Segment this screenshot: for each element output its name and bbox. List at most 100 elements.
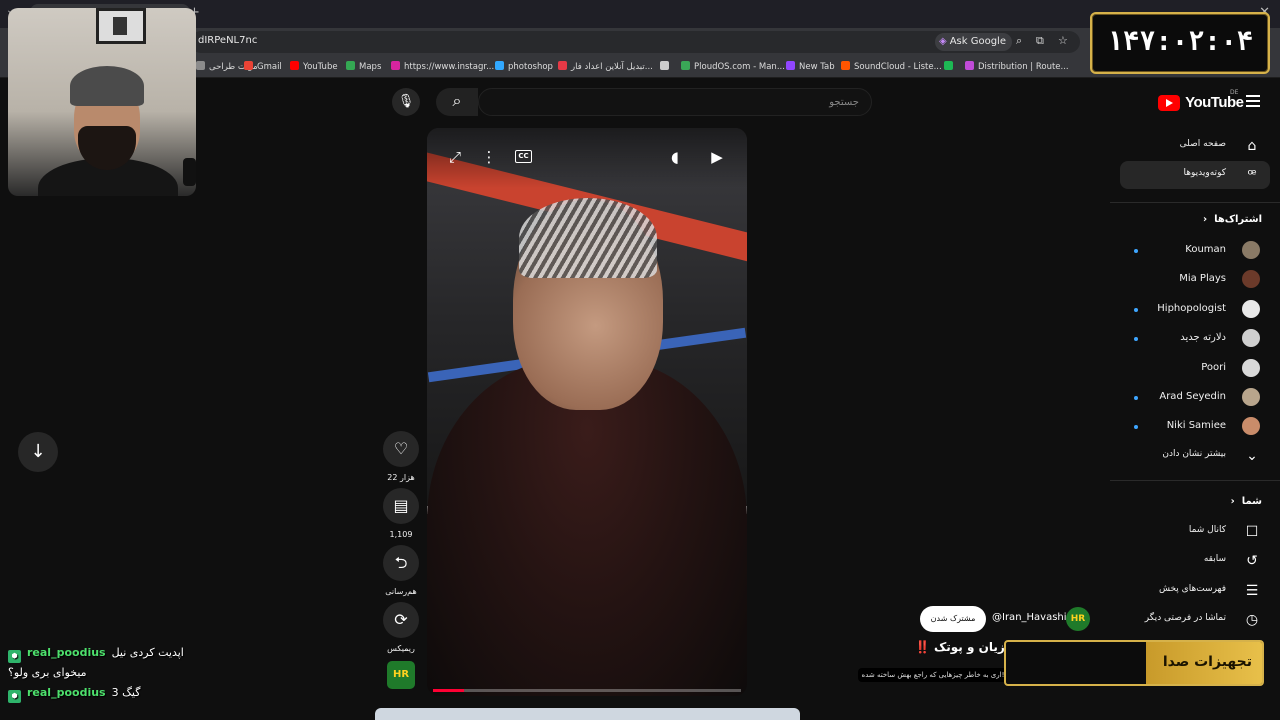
chat-username: real_poodius [27,686,106,699]
bookmark-item[interactable]: SoundCloud - Liste... [841,61,942,72]
subscriptions-heading[interactable]: › اشتراک‌ها [1203,214,1262,225]
shorts-video-player[interactable]: ⤢ ⋮ CC ◖ ▶ [427,128,747,696]
video-progress-bar[interactable] [433,689,741,692]
subscriptions-heading-label: اشتراک‌ها [1214,214,1262,225]
remix-icon: ⟳ [394,610,408,629]
remix-button[interactable]: ⟳ [383,602,419,638]
sidebar-item-label: صفحه اصلی [1179,139,1226,149]
search-input[interactable] [489,94,859,110]
channel-icon: ☐ [1245,524,1259,540]
address-url: dIRPeNL7nc [198,35,258,46]
bookmark-item[interactable]: https://www.instagr... [391,61,494,72]
history-icon: ↺ [1246,553,1258,570]
you-heading[interactable]: › شما [1231,496,1262,507]
share-action: ⮌ هم‌رسانی [383,545,419,596]
sidebar-item-label: تماشا در فرصتی دیگر [1144,613,1226,624]
address-bar[interactable]: dIRPeNL7nc ◈ Ask Google ⌕ ⧉ ☆ [190,31,1080,53]
bookmark-item[interactable] [660,61,673,72]
chat-text: میخوای بری ولو؟ [8,666,87,679]
short-description[interactable]: اری به خاطر چیزهایی که راجع بهش ساخته شد… [858,668,1008,682]
gemini-icon: ◈ [939,36,947,47]
captions-icon[interactable]: CC [515,150,532,163]
wall-frame [96,8,146,44]
video-progress-fill [433,689,464,692]
playlists-icon: ☰ [1245,582,1259,599]
bookmark-item[interactable]: photoshop [495,61,553,72]
bookmark-label: New Tab [799,62,835,72]
channel-avatar[interactable]: HR [1066,607,1090,631]
player-controls: ⤢ ⋮ CC ◖ ▶ [427,128,747,188]
sidebar-divider [1110,202,1280,203]
sponsor-text: تجهیزات صدا [1162,654,1252,670]
comment-count: 1,109 [389,530,413,539]
search-button[interactable]: ⌕ [436,88,478,116]
sidebar-item-channel[interactable]: کانال شما ☐ [1120,518,1270,546]
menu-icon[interactable] [1246,95,1260,107]
chat-text: اپدیت کردی نیل [111,646,184,659]
chat-badge-icon: ⬢ [8,650,21,663]
new-content-dot [1134,425,1138,430]
remix-label: ریمیکس [387,644,415,653]
sidebar-item-shorts[interactable]: کوته‌ویدیوها ꟹ [1120,161,1270,189]
chat-message: ⬢ real_poodius اپدیت کردی نیل [8,646,328,666]
subscription-item[interactable]: دلارته جدید [1120,326,1270,352]
share-button[interactable]: ⮌ [383,545,419,581]
bookmark-star-icon[interactable]: ☆ [1058,34,1068,47]
short-title[interactable]: ‼️ وزیان و پوتک [915,640,1012,654]
subscription-item[interactable]: Niki Samiee [1120,414,1270,440]
like-button[interactable]: ♡ [383,431,419,467]
chevron-down-icon: ⌄ [1246,448,1258,464]
bookmark-favicon-icon [495,61,504,70]
show-more-button[interactable]: بیشتر نشان دادن ⌄ [1120,442,1270,470]
subscription-item[interactable]: Mia Plays [1120,267,1270,293]
new-content-dot [1134,249,1138,253]
bookmark-item[interactable]: YouTube [290,61,338,72]
subscription-avatar [1242,388,1260,406]
bookmark-item[interactable]: New Tab [786,61,835,72]
bookmark-favicon-icon [660,61,669,70]
install-app-icon[interactable]: ⧉ [1036,34,1044,48]
bookmark-item[interactable]: تبدیل آنلاین اعداد فار... [558,61,653,72]
search-icon: ⌕ [452,91,462,110]
bookmark-item[interactable]: PloudOS.com - Man... [681,61,785,72]
clock-time: ۱۴۷:۰۲:۰۴ [1106,26,1254,57]
more-options-icon[interactable]: ⋮ [479,148,499,166]
sidebar-item-watch-later[interactable]: تماشا در فرصتی دیگر ◷ [1120,606,1270,634]
heart-icon: ♡ [393,439,409,458]
bookmark-item[interactable]: Distribution | Route... [965,61,1069,72]
bookmark-label: photoshop [508,62,553,72]
watch-later-icon: ◷ [1245,612,1259,629]
subscription-name: Niki Samiee [1166,420,1226,432]
audio-source-thumbnail[interactable]: HR [387,661,415,689]
subscription-name: Hiphopologist [1157,302,1226,314]
subscription-name: Arad Seyedin [1159,391,1226,402]
subscription-item[interactable]: Hiphopologist [1120,297,1270,323]
bookmark-label: https://www.instagr... [404,62,495,72]
sidebar-item-playlists[interactable]: فهرست‌های پخش ☰ [1120,577,1270,605]
bookmark-favicon-icon [244,61,253,70]
next-video-button[interactable]: ↓ [18,432,58,472]
chat-message: ⬢ real_poodius گیگ 3 [8,686,328,706]
bookmark-item[interactable] [944,61,957,72]
subscribe-button[interactable]: مشترک شدن [920,606,986,632]
voice-search-button[interactable]: 🎙 [392,88,420,116]
zoom-icon[interactable]: ⌕ [1016,34,1022,48]
bookmark-item[interactable]: Maps [346,61,381,72]
subscription-avatar [1242,329,1260,348]
channel-handle[interactable]: @Iran_Havashi [992,612,1067,623]
new-content-dot [1134,337,1138,342]
next-short-preview[interactable] [375,708,800,720]
ask-google-button[interactable]: ◈ Ask Google [935,33,1012,51]
volume-icon[interactable]: ◖ [665,148,685,166]
comments-button[interactable]: ▤ [383,488,419,524]
subscription-item[interactable]: Poori [1120,356,1270,382]
webcam-beanie [70,66,144,106]
chevron-left-icon: › [1202,214,1215,225]
sidebar-item-history[interactable]: سابقه ↺ [1120,547,1270,575]
play-icon[interactable]: ▶ [707,148,727,166]
fullscreen-icon[interactable]: ⤢ [445,148,465,166]
bookmark-item[interactable]: Gmail [244,61,282,72]
subscription-item[interactable]: Kouman [1120,238,1270,264]
sidebar-item-home[interactable]: صفحه اصلی ⌂ [1120,132,1270,160]
subscription-item[interactable]: Arad Seyedin [1120,385,1270,411]
